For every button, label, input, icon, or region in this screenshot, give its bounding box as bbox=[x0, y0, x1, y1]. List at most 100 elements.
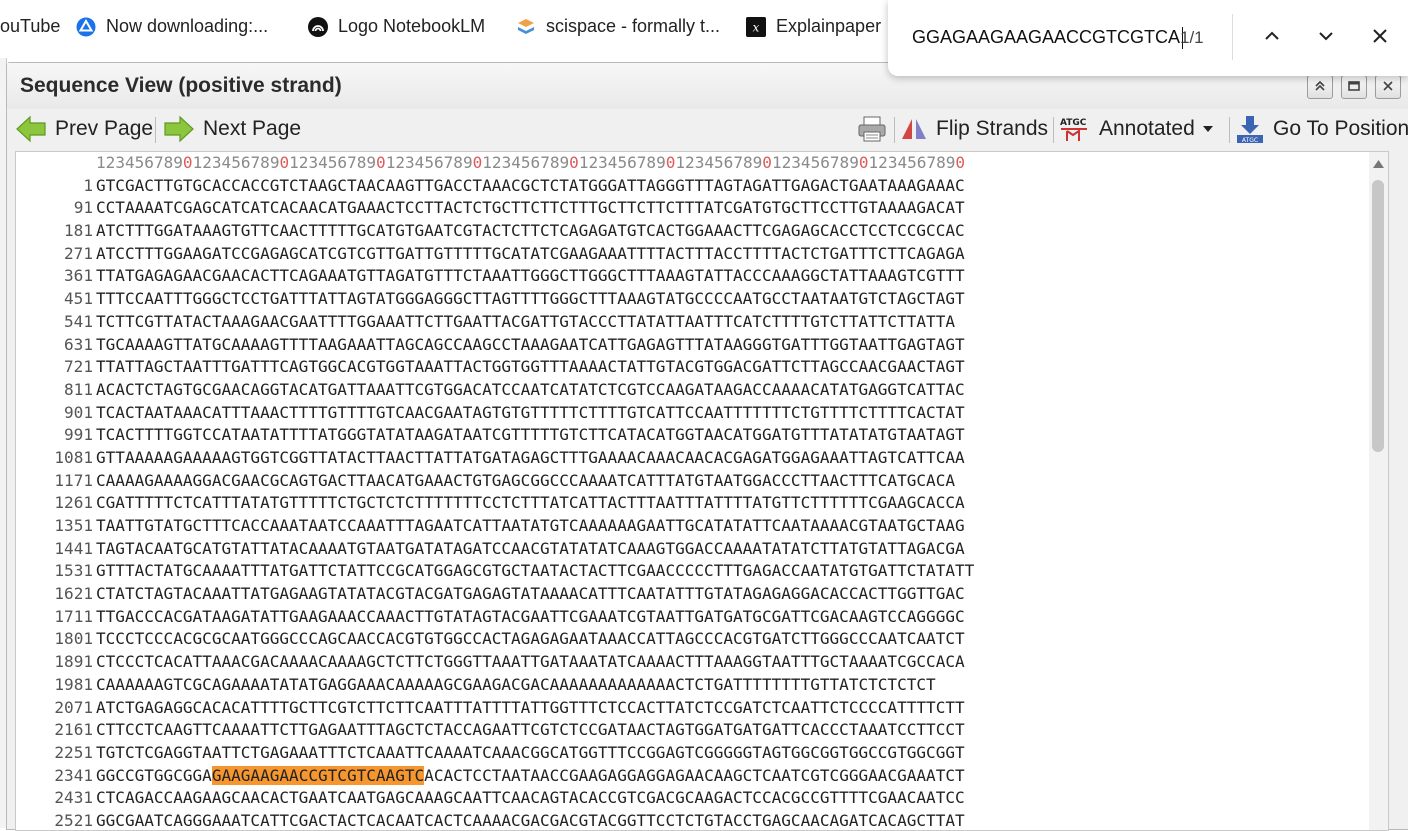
sequence-row: 1081 GTTAAAAAGAAAAAGTGGTCGGTTATACTTAACTTA… bbox=[16, 447, 1312, 470]
bookmark-scispace[interactable]: scispace - formally t... bbox=[516, 16, 720, 37]
sequence-bases[interactable]: CGATTTTTCTCATTTATATGTTTTTCTGCTCTCTTTTTTT… bbox=[96, 492, 1312, 515]
next-page-button[interactable]: Next Page bbox=[163, 113, 301, 145]
sequence-row: 1621 CTATCTAGTACAAATTATGAGAAGTATATACGTACG… bbox=[16, 583, 1312, 606]
sequence-bases[interactable]: ACACTCTAGTGCGAACAGGTACATGATTAAATTCGTGGAC… bbox=[96, 379, 1312, 402]
annotated-label: Annotated bbox=[1099, 117, 1195, 140]
annotated-dropdown[interactable]: ATGC Annotated bbox=[1059, 113, 1213, 145]
position-number: 181 bbox=[64, 221, 93, 241]
sequence-row: 1801 TCCCTCCCACGCGCAATGGGCCCAGCAACCACGTGT… bbox=[16, 628, 1312, 651]
sequence-row: 1981 CAAAAAAGTCGCAGAAAATATATGAGGAAACAAAAA… bbox=[16, 674, 1312, 697]
bookmark-label: scispace - formally t... bbox=[546, 16, 721, 36]
double-chevron-up-icon bbox=[1313, 79, 1327, 96]
sequence-bases[interactable]: ATCTGAGAGGCACACATTTTGCTTCGTCTTCTTCAATTTA… bbox=[96, 697, 1312, 720]
sequence-bases[interactable]: CTCAGACCAAGAAGCAACACTGAATCAATGAGCAAAGCAA… bbox=[96, 787, 1312, 810]
bookmark-explainpaper[interactable]: x Explainpaper bbox=[746, 16, 881, 37]
sequence-bases[interactable]: TCTTCGTTATACTAAAGAACGAATTTTGGAAATTCTTGAA… bbox=[96, 311, 1312, 334]
sequence-bases[interactable]: CAAAAGAAAAGGACGAACGCAGTGACTTAACATGAAACTG… bbox=[96, 470, 1312, 493]
sequence-bases[interactable]: TTATTAGCTAATTTGATTTCAGTGGCACGTGGTAAATTAC… bbox=[96, 356, 1312, 379]
sequence-row: 2161 CTTCCTCAAGTTCAAAATTCTTGAGAATTTAGCTCT… bbox=[16, 719, 1312, 742]
chevron-up-icon bbox=[1262, 26, 1282, 51]
find-next-button[interactable] bbox=[1312, 24, 1340, 52]
sequence-row: 2071 ATCTGAGAGGCACACATTTTGCTTCGTCTTCTTCAA… bbox=[16, 697, 1312, 720]
position-number: 1891 bbox=[54, 652, 93, 672]
sequence-row: 1351 TAATTGTATGCTTTCACCAAATAATCCAAATTTAGA… bbox=[16, 515, 1312, 538]
sequence-bases[interactable]: TTGACCCACGATAAGATATTGAAGAAACCAAACTTGTATA… bbox=[96, 606, 1312, 629]
print-button[interactable] bbox=[857, 113, 895, 145]
scrollbar-thumb[interactable] bbox=[1372, 180, 1384, 452]
toolbar-separator bbox=[894, 117, 895, 143]
maximize-button[interactable] bbox=[1341, 75, 1367, 99]
arrow-left-icon bbox=[15, 115, 47, 143]
bookmark-drive[interactable]: Now downloading:... bbox=[76, 16, 268, 37]
position-number: 901 bbox=[64, 402, 93, 422]
sequence-bases[interactable]: GTTTACTATGCAAAATTTATGATTCTATTCCGCATGGAGC… bbox=[96, 560, 1312, 583]
position-number: 2071 bbox=[54, 697, 93, 717]
sequence-bases[interactable]: TTATGAGAGAACGAACACTTCAGAAATGTTAGATGTTTCT… bbox=[96, 265, 1312, 288]
find-query: GGAGAAGAAGAACCGTCGTCA bbox=[912, 27, 1181, 47]
position-number: 991 bbox=[64, 425, 93, 445]
sequence-row: 1531 GTTTACTATGCAAAATTTATGATTCTATTCCGCATG… bbox=[16, 560, 1312, 583]
position-number: 721 bbox=[64, 357, 93, 377]
window-title: Sequence View (positive strand) bbox=[20, 74, 342, 97]
bookmark-notebooklm[interactable]: Logo NotebookLM bbox=[308, 16, 485, 37]
sequence-bases[interactable]: CTTCCTCAAGTTCAAAATTCTTGAGAATTTAGCTCTACCA… bbox=[96, 719, 1312, 742]
position-number: 631 bbox=[64, 334, 93, 354]
sequence-bases[interactable]: GGCCGTGGCGGAGAAGAAGAACCGTCGTCAAGTCACACTC… bbox=[96, 765, 1312, 788]
sequence-row: 451 TTTCCAATTTGGGCTCCTGATTTATTAGTATGGGAGG… bbox=[16, 288, 1312, 311]
find-previous-button[interactable] bbox=[1258, 24, 1286, 52]
sequence-row: 991 TCACTTTTGGTCCATAATATTTTATGGGTATATAAGA… bbox=[16, 424, 1312, 447]
position-number: 91 bbox=[73, 198, 93, 218]
prev-page-button[interactable]: Prev Page bbox=[15, 113, 153, 145]
go-to-position-button[interactable]: ATGC Go To Position bbox=[1235, 113, 1408, 145]
position-number: 811 bbox=[64, 379, 93, 399]
sequence-row: 1261 CGATTTTTCTCATTTATATGTTTTTCTGCTCTCTTT… bbox=[16, 492, 1312, 515]
sequence-bases[interactable]: ATCCTTTGGAAGATCCGAGAGCATCGTCGTTGATTGTTTT… bbox=[96, 243, 1312, 266]
sequence-bases[interactable]: CAAAAAAGTCGCAGAAAATATATGAGGAAACAAAAAGCGA… bbox=[96, 674, 1312, 697]
sequence-bases[interactable]: ATCTTTGGATAAAGTGTTCAACTTTTTGCATGTGAATCGT… bbox=[96, 220, 1312, 243]
sequence-bases[interactable]: CTATCTAGTACAAATTATGAGAAGTATATACGTACGATGA… bbox=[96, 583, 1312, 606]
sequence-bases[interactable]: CCTAAAATCGAGCATCATCACAACATGAAACTCCTTACTC… bbox=[96, 197, 1312, 220]
sequence-bases[interactable]: CTCCCTCACATTAAACGACAAAACAAAAGCTCTTCTGGGT… bbox=[96, 651, 1312, 674]
position-number: 1351 bbox=[54, 516, 93, 535]
find-separator bbox=[1232, 14, 1233, 60]
bookmark-youtube[interactable]: ouTube bbox=[0, 16, 60, 37]
position-number: 1081 bbox=[54, 447, 93, 467]
sequence-row: 631 TGCAAAAGTTATGCAAAAGTTTTAAGAAATTAGCAGC… bbox=[16, 334, 1312, 357]
svg-text:ATGC: ATGC bbox=[1060, 118, 1087, 128]
sequence-bases[interactable]: TGCAAAAGTTATGCAAAAGTTTTAAGAAATTAGCAGCCAA… bbox=[96, 334, 1312, 357]
position-number: 1261 bbox=[54, 493, 93, 513]
sequence-bases[interactable]: TTTCCAATTTGGGCTCCTGATTTATTAGTATGGGAGGGCT… bbox=[96, 288, 1312, 311]
sequence-row: 2341 GGCCGTGGCGGAGAAGAAGAACCGTCGTCAAGTCAC… bbox=[16, 765, 1312, 788]
find-close-button[interactable] bbox=[1366, 24, 1394, 52]
arrow-right-icon bbox=[163, 115, 195, 143]
svg-text:ATGC: ATGC bbox=[1242, 137, 1258, 144]
position-number: 541 bbox=[64, 311, 93, 331]
sequence-bases[interactable]: TCACTAATAAACATTTAAACTTTTGTTTTGTCAACGAATA… bbox=[96, 402, 1312, 425]
sequence-row: 1891 CTCCCTCACATTAAACGACAAAACAAAAGCTCTTCT… bbox=[16, 651, 1312, 674]
collapse-button[interactable] bbox=[1307, 75, 1333, 99]
bookmark-label: Explainpaper bbox=[776, 16, 882, 36]
find-input[interactable]: GGAGAAGAAGAACCGTCGTCA bbox=[912, 27, 1184, 50]
sequence-row: 1441 TAGTACAATGCATGTATTATACAAAATGTAATGATA… bbox=[16, 538, 1312, 561]
toolbar-separator bbox=[1229, 117, 1230, 143]
sequence-bases[interactable]: TCACTTTTGGTCCATAATATTTTATGGGTATATAAGATAA… bbox=[96, 424, 1312, 447]
flip-strands-button[interactable]: Flip Strands bbox=[900, 113, 1048, 145]
sequence-bases[interactable]: TAATTGTATGCTTTCACCAAATAATCCAAATTTAGAATCA… bbox=[96, 515, 1312, 538]
sequence-bases[interactable]: TCCCTCCCACGCGCAATGGGCCCAGCAACCACGTGTGGCC… bbox=[96, 628, 1312, 651]
sequence-panel[interactable]: 1234567890123456789012345678901234567890… bbox=[15, 151, 1389, 831]
close-window-button[interactable] bbox=[1375, 75, 1401, 99]
sequence-bases[interactable]: TGTCTCGAGGTAATTCTGAGAAATTTCTCAAATTCAAAAT… bbox=[96, 742, 1312, 765]
go-to-position-icon: ATGC bbox=[1235, 114, 1265, 144]
vertical-scrollbar[interactable] bbox=[1369, 152, 1388, 830]
dropdown-caret-icon bbox=[1202, 125, 1213, 133]
sequence-row: 361 TTATGAGAGAACGAACACTTCAGAAATGTTAGATGTT… bbox=[16, 265, 1312, 288]
atgc-annotation-icon: ATGC bbox=[1059, 115, 1091, 143]
scroll-up-arrow-icon[interactable] bbox=[1373, 155, 1384, 173]
sequence-row: 541 TCTTCGTTATACTAAAGAACGAATTTTGGAAATTCTT… bbox=[16, 311, 1312, 334]
position-number: 2341 bbox=[54, 765, 93, 785]
sequence-bases[interactable]: GTCGACTTGTGCACCACCGTCTAAGCTAACAAGTTGACCT… bbox=[96, 175, 1312, 198]
bookmark-label: ouTube bbox=[0, 16, 61, 36]
sequence-bases[interactable]: TAGTACAATGCATGTATTATACAAAATGTAATGATATAGA… bbox=[96, 538, 1312, 561]
sequence-bases[interactable]: GTTAAAAAGAAAAAGTGGTCGGTTATACTTAACTTATTAT… bbox=[96, 447, 1312, 470]
close-icon bbox=[1381, 79, 1395, 96]
